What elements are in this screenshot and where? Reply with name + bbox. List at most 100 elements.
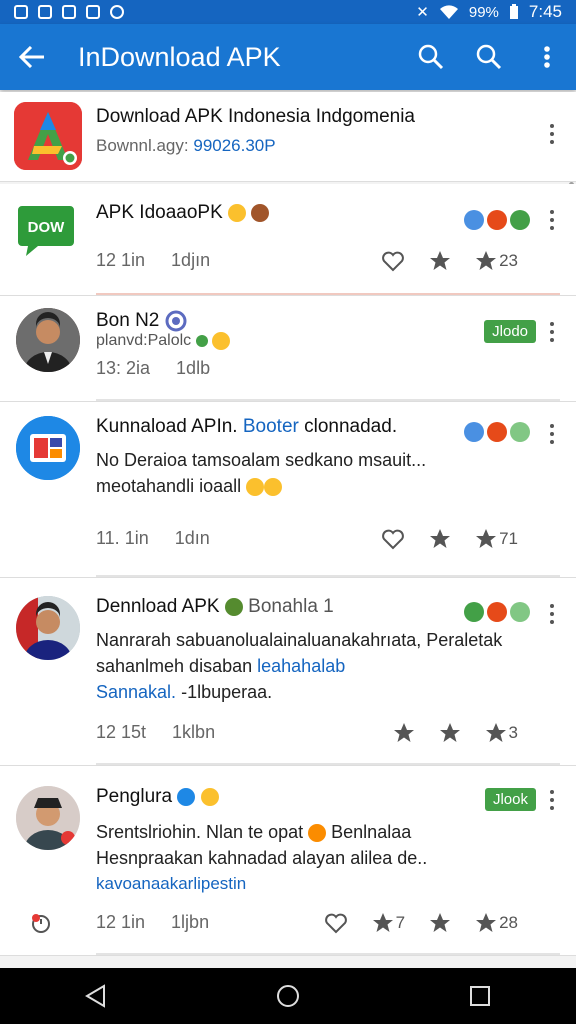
rating-button[interactable]: 71 — [475, 528, 518, 550]
download-button[interactable]: Jlodo — [484, 320, 536, 343]
dot — [550, 424, 554, 428]
app-bar: InDownload APK — [0, 24, 576, 90]
post-card[interactable]: Dennload APK Bonahla 1 Nanrarah sabuanol… — [0, 578, 576, 766]
dot — [550, 140, 554, 144]
post-card[interactable]: Kunnaload APIn. Booter clonnadad. No Der… — [0, 402, 576, 578]
post-body-link[interactable]: Sannakal. — [96, 682, 176, 702]
post-title-text: Bon N2 — [96, 310, 160, 332]
post-body-line: meotahandli ioaall — [96, 476, 283, 497]
search-icon — [476, 44, 502, 70]
search-button-2[interactable] — [460, 24, 518, 90]
person-avatar-icon — [16, 596, 80, 660]
check-badge-icon — [510, 210, 530, 230]
notification-icon — [110, 5, 124, 19]
dot — [550, 432, 554, 436]
smile-emoji-icon — [264, 478, 283, 497]
search-button[interactable] — [402, 24, 460, 90]
reaction-badges — [464, 602, 530, 622]
dot — [550, 210, 554, 214]
post-more-button[interactable] — [542, 206, 562, 234]
post-title-link[interactable]: Booter — [243, 416, 299, 437]
system-nav-bar — [0, 968, 576, 1024]
star-button[interactable]: 7 — [372, 912, 405, 934]
rating-button[interactable]: 23 — [475, 250, 518, 272]
reaction-badges — [464, 422, 530, 442]
post-more-button[interactable] — [542, 600, 562, 628]
divider — [96, 399, 560, 401]
star-icon — [476, 529, 497, 548]
star-icon — [430, 529, 451, 548]
dot — [550, 612, 554, 616]
nav-home-button[interactable] — [258, 968, 318, 1024]
more-options-button[interactable] — [518, 24, 576, 90]
star-icon — [476, 251, 497, 270]
recents-square-icon — [470, 986, 490, 1006]
dot — [550, 604, 554, 608]
post-more-button[interactable] — [542, 786, 562, 814]
post-body-text: sahanlmeh disaban — [96, 656, 253, 676]
download-button[interactable]: Jlook — [484, 788, 536, 811]
app-header-card[interactable]: Download APK Indonesia Indgomenia Bownnl… — [0, 92, 576, 182]
post-meta-time: 13: 2ia — [96, 358, 151, 378]
post-card[interactable]: Penglura Jlook Srentslriohin. Nlan te op… — [0, 766, 576, 956]
rating-button[interactable]: 28 — [475, 912, 518, 934]
like-button[interactable] — [324, 912, 348, 934]
person-avatar-icon — [16, 308, 80, 372]
nav-back-button[interactable] — [66, 968, 126, 1024]
notification-icon — [38, 5, 52, 19]
star-icon — [476, 913, 497, 932]
post-actions: 3 — [393, 722, 518, 744]
header-subtitle: Bownnl.agy: 99026.30P — [96, 136, 276, 156]
battery-text: 99% — [468, 3, 499, 21]
star-button[interactable] — [429, 528, 451, 550]
check-badge-icon — [464, 602, 484, 622]
post-body-link[interactable]: leahahalab — [257, 656, 345, 676]
face-emoji-icon — [251, 203, 270, 222]
home-circle-icon — [277, 985, 299, 1007]
dot — [550, 440, 554, 444]
search-icon — [418, 44, 444, 70]
post-title: Kunnaload APIn. Booter clonnadad. — [96, 416, 397, 438]
star-icon — [430, 251, 451, 270]
post-app-icon: DOW — [16, 202, 80, 266]
dot — [550, 330, 554, 334]
notification-icon — [62, 5, 76, 19]
star-button[interactable] — [429, 250, 451, 272]
post-body-text: -1lbuperaa. — [181, 682, 273, 702]
star-button-2[interactable] — [429, 912, 451, 934]
post-more-button[interactable] — [542, 318, 562, 346]
like-button[interactable] — [381, 528, 405, 550]
rating-count: 23 — [499, 251, 518, 270]
post-body-line: Srentslriohin. Nlan te opat Benlnalaa — [96, 822, 411, 843]
svg-text:DOW: DOW — [28, 219, 66, 236]
like-button[interactable] — [381, 250, 405, 272]
hands-emoji-icon — [308, 824, 327, 843]
post-meta: 12 1in 1djın — [96, 250, 210, 271]
dot — [550, 226, 554, 230]
star-icon — [372, 913, 393, 932]
post-meta-size: 1ljbn — [171, 912, 210, 932]
post-meta-size: 1klbn — [172, 722, 216, 742]
status-bar: ✕ 99% 7:45 — [0, 0, 576, 24]
post-more-button[interactable] — [542, 420, 562, 448]
pin-emoji-icon — [195, 335, 208, 347]
post-meta: 12 1in 1ljbn — [96, 912, 209, 933]
back-button[interactable] — [0, 24, 64, 90]
star-button[interactable] — [393, 722, 415, 744]
nav-recents-button[interactable] — [450, 968, 510, 1024]
more-vert-icon — [544, 46, 550, 68]
header-more-button[interactable] — [542, 120, 562, 148]
post-title-text: APK IdoaaoPK — [96, 202, 223, 223]
rating-button[interactable]: 3 — [485, 722, 518, 744]
post-title-text: Penglura — [96, 786, 173, 807]
arrow-back-icon — [19, 46, 44, 68]
post-avatar — [16, 786, 80, 850]
post-card[interactable]: Bon N2 planvd:Palolc Jlodo 13: 2ia 1dlb — [0, 296, 576, 402]
divider — [96, 763, 560, 765]
star-button-2[interactable] — [439, 722, 461, 744]
star-icon — [430, 913, 451, 932]
post-meta-size: 1dlb — [176, 358, 211, 378]
post-body-text: meotahandli ioaall — [96, 476, 242, 496]
post-body-link[interactable]: kavoanaakarlipestin — [96, 874, 246, 894]
post-card[interactable]: DOW APK IdoaaoPK 12 1in 1djın 23 — [0, 184, 576, 296]
